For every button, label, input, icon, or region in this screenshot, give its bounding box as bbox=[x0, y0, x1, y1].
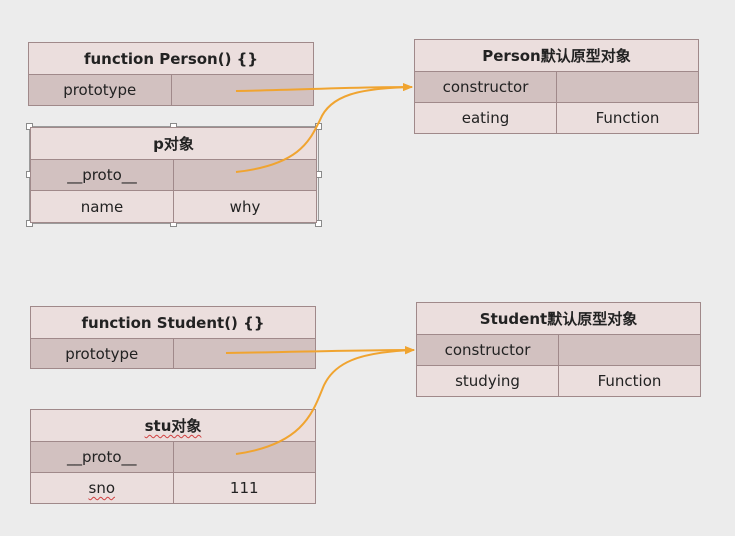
prototype-diagram: function Person() {} prototype Person默认原… bbox=[0, 0, 735, 536]
arrow-p-proto bbox=[235, 83, 413, 173]
arrows-layer bbox=[225, 83, 415, 455]
arrow-stu-proto bbox=[235, 346, 415, 455]
